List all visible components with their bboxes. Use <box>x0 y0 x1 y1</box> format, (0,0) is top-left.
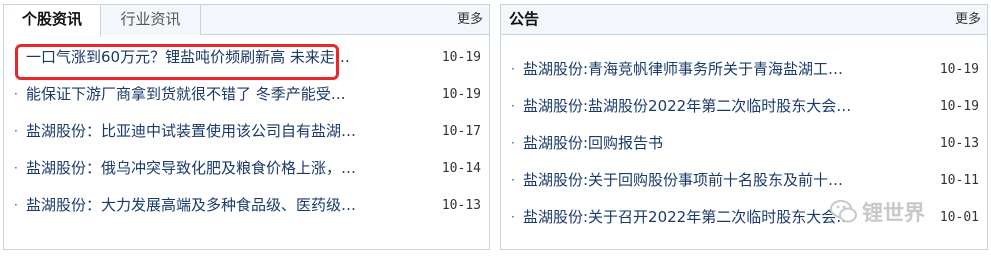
bullet-icon: · <box>511 210 515 224</box>
announcement-date: 10-19 <box>939 99 979 114</box>
announcement-title-link[interactable]: 盐湖股份:回购报告书 <box>523 125 921 162</box>
list-item: · 能保证下游厂商拿到货就很不错了 冬季产能受… 10-19 <box>14 76 481 113</box>
announcement-title-link[interactable]: 盐湖股份:关于回购股份事项前十名股东及前十… <box>523 162 921 199</box>
bullet-icon: · <box>14 50 18 64</box>
announcement-title-link[interactable]: 盐湖股份:关于召开2022年第二次临时股东大会… <box>523 199 921 236</box>
announcement-list: · 盐湖股份:青海竞帆律师事务所关于青海盐湖工… 10-19 · 盐湖股份:盐湖… <box>511 51 979 236</box>
news-title-link[interactable]: 盐湖股份：俄乌冲突导致化肥及粮食价格上涨，… <box>26 150 424 187</box>
tab-bar: 个股资讯 行业资讯 更多 <box>4 5 489 36</box>
list-item: · 盐湖股份：比亚迪中试装置使用该公司自有盐湖… 10-17 <box>14 113 481 150</box>
tab-stock-news[interactable]: 个股资讯 <box>4 5 101 36</box>
list-item: · 盐湖股份：俄乌冲突导致化肥及粮食价格上涨，… 10-14 <box>14 150 481 187</box>
news-date: 10-13 <box>441 198 481 213</box>
announcement-date: 10-19 <box>939 62 979 77</box>
announcements-panel: 公告 更多 · 盐湖股份:青海竞帆律师事务所关于青海盐湖工… 10-19 · 盐… <box>500 4 988 250</box>
announcement-date: 10-01 <box>939 210 979 225</box>
stock-news-panel: 个股资讯 行业资讯 更多 · 一口气涨到60万元？锂盐吨价频刷新高 未来走… 1… <box>3 4 490 250</box>
news-title-link[interactable]: 盐湖股份：比亚迪中试装置使用该公司自有盐湖… <box>26 113 424 150</box>
news-date: 10-19 <box>441 87 481 102</box>
list-item: · 盐湖股份:关于回购股份事项前十名股东及前十… 10-11 <box>511 162 979 199</box>
announcement-date: 10-13 <box>939 136 979 151</box>
announcement-date: 10-11 <box>939 173 979 188</box>
news-title-link[interactable]: 一口气涨到60万元？锂盐吨价频刷新高 未来走… <box>26 39 424 76</box>
list-item: · 盐湖股份：大力发展高端及多种食品级、医药级… 10-13 <box>14 187 481 224</box>
bullet-icon: · <box>511 62 515 76</box>
bullet-icon: · <box>14 87 18 101</box>
tab-industry-news[interactable]: 行业资讯 <box>101 5 201 35</box>
bullet-icon: · <box>14 161 18 175</box>
bullet-icon: · <box>14 198 18 212</box>
bullet-icon: · <box>511 173 515 187</box>
news-date: 10-17 <box>441 124 481 139</box>
news-date: 10-19 <box>441 50 481 65</box>
more-link[interactable]: 更多 <box>457 5 483 34</box>
bullet-icon: · <box>511 136 515 150</box>
news-title-link[interactable]: 盐湖股份：大力发展高端及多种食品级、医药级… <box>26 187 424 224</box>
news-list: · 一口气涨到60万元？锂盐吨价频刷新高 未来走… 10-19 · 能保证下游厂… <box>14 39 481 224</box>
list-item: · 盐湖股份:盐湖股份2022年第二次临时股东大会… 10-19 <box>511 88 979 125</box>
panel-title: 公告 <box>509 10 540 28</box>
news-date: 10-14 <box>441 161 481 176</box>
announcement-title-link[interactable]: 盐湖股份:青海竞帆律师事务所关于青海盐湖工… <box>523 51 921 88</box>
list-item: · 盐湖股份:关于召开2022年第二次临时股东大会… 10-01 <box>511 199 979 236</box>
announcement-title-link[interactable]: 盐湖股份:盐湖股份2022年第二次临时股东大会… <box>523 88 921 125</box>
list-item: · 盐湖股份:青海竞帆律师事务所关于青海盐湖工… 10-19 <box>511 51 979 88</box>
panel-header: 公告 更多 <box>501 5 987 35</box>
more-link[interactable]: 更多 <box>955 5 981 34</box>
list-item: · 盐湖股份:回购报告书 10-13 <box>511 125 979 162</box>
bullet-icon: · <box>511 99 515 113</box>
list-item: · 一口气涨到60万元？锂盐吨价频刷新高 未来走… 10-19 <box>14 39 481 76</box>
bullet-icon: · <box>14 124 18 138</box>
news-title-link[interactable]: 能保证下游厂商拿到货就很不错了 冬季产能受… <box>26 76 424 113</box>
